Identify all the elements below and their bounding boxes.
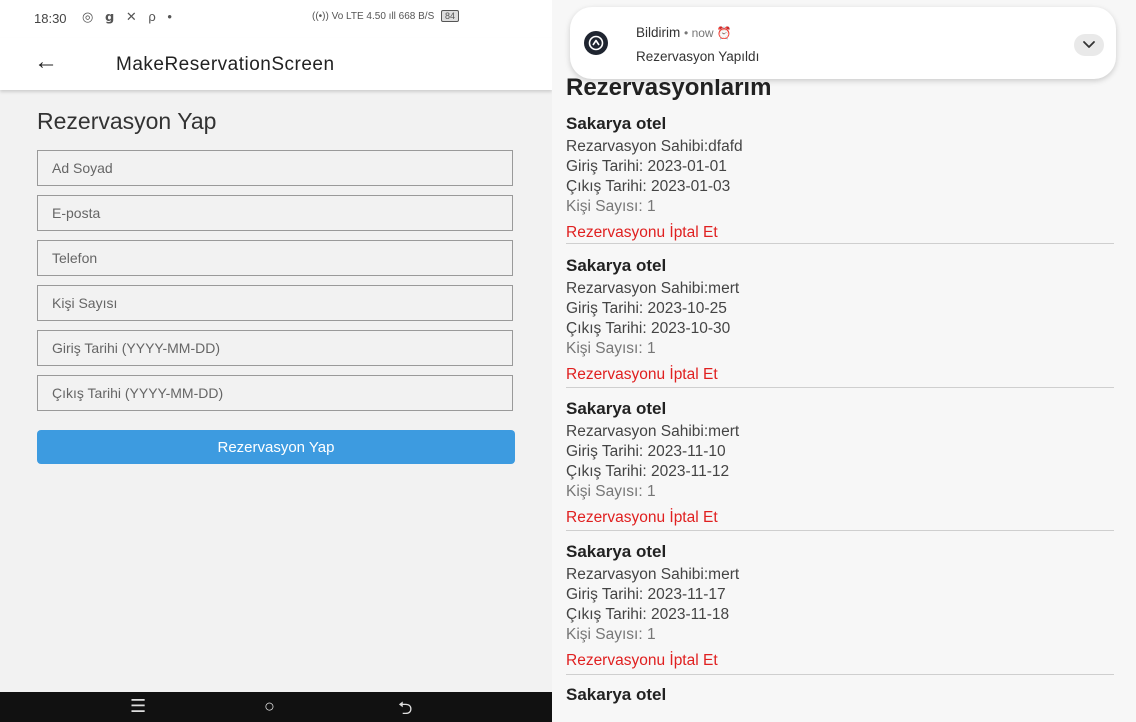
reservation-item: Sakarya otel: [566, 685, 1112, 708]
hotel-name: Sakarya otel: [566, 685, 667, 704]
guest-count-input[interactable]: [38, 286, 512, 320]
guest-count: Kişi Sayısı: 1: [566, 483, 656, 500]
checkin-date: Giriş Tarihi: 2023-11-10: [566, 443, 726, 460]
cancel-reservation-button[interactable]: Rezervasyonu İptal Et: [566, 223, 1112, 243]
reservation-owner: Rezarvasyon Sahibi:mert: [566, 280, 740, 297]
signal-info: ((•)) Vo LTE 4.50 ıll 668 B/S: [312, 11, 435, 22]
status-notification-icons: ◎ 𝗴 ✕ ρ •: [82, 9, 176, 24]
divider: [566, 674, 1114, 675]
notification-text: Rezervasyon Yapıldı: [636, 49, 760, 64]
phone-field-container: [37, 240, 513, 276]
cancel-reservation-button[interactable]: Rezervasyonu İptal Et: [566, 365, 1112, 385]
email-input[interactable]: [38, 196, 512, 230]
email-field-container: [37, 195, 513, 231]
hotel-name: Sakarya otel: [566, 114, 667, 133]
divider: [566, 243, 1114, 244]
notification-header: Bildirim • now ⏰: [636, 25, 732, 40]
reservation-owner: Rezarvasyon Sahibi:mert: [566, 566, 740, 583]
checkin-date: Giriş Tarihi: 2023-10-25: [566, 300, 727, 317]
checkout-date: Çıkış Tarihi: 2023-11-12: [566, 463, 730, 480]
status-bar: 18:30 ◎ 𝗴 ✕ ρ • ((•)) Vo LTE 4.50 ıll 66…: [0, 0, 552, 38]
hotel-name: Sakarya otel: [566, 542, 667, 561]
back-arrow-icon[interactable]: ←: [34, 48, 58, 76]
guest-count-field-container: [37, 285, 513, 321]
notification-banner[interactable]: Bildirim • now ⏰ Rezervasyon Yapıldı: [570, 7, 1116, 79]
reservation-item: Sakarya otel Rezarvasyon Sahibi:dfafd Gi…: [566, 114, 1112, 243]
home-icon[interactable]: ○: [264, 696, 275, 717]
checkin-date: Giriş Tarihi: 2023-11-17: [566, 586, 726, 603]
hotel-name: Sakarya otel: [566, 399, 667, 418]
checkout-date-field-container: [37, 375, 513, 411]
guest-count: Kişi Sayısı: 1: [566, 198, 656, 215]
name-field-container: [37, 150, 513, 186]
phone-input[interactable]: [38, 241, 512, 275]
checkin-date-input[interactable]: [38, 331, 512, 365]
divider: [566, 530, 1114, 531]
system-nav-bar: ☰ ○ ⮌: [0, 692, 552, 722]
checkout-date: Çıkış Tarihi: 2023-01-03: [566, 178, 731, 195]
reservation-item: Sakarya otel Rezarvasyon Sahibi:mert Gir…: [566, 399, 1112, 528]
divider: [566, 387, 1114, 388]
form-heading: Rezervasyon Yap: [37, 108, 217, 134]
cancel-reservation-button[interactable]: Rezervasyonu İptal Et: [566, 508, 1112, 528]
status-signal-icons: ((•)) Vo LTE 4.50 ıll 668 B/S 84: [312, 10, 460, 22]
menu-icon[interactable]: ☰: [130, 696, 146, 717]
page-title: MakeReservationScreen: [116, 54, 335, 75]
cancel-reservation-button[interactable]: Rezervasyonu İptal Et: [566, 651, 1112, 671]
guest-count: Kişi Sayısı: 1: [566, 626, 656, 643]
checkin-date-field-container: [37, 330, 513, 366]
chevron-down-icon: [1083, 41, 1095, 48]
make-reservation-screen: 18:30 ◎ 𝗴 ✕ ρ • ((•)) Vo LTE 4.50 ıll 66…: [0, 0, 552, 722]
checkout-date-input[interactable]: [38, 376, 512, 410]
app-bar: ← MakeReservationScreen: [0, 38, 552, 90]
hotel-name: Sakarya otel: [566, 256, 667, 275]
status-time: 18:30: [34, 11, 67, 26]
guest-count: Kişi Sayısı: 1: [566, 340, 656, 357]
make-reservation-button[interactable]: Rezervasyon Yap: [37, 430, 515, 464]
battery-icon: 84: [441, 10, 460, 22]
reservation-item: Sakarya otel Rezarvasyon Sahibi:mert Gir…: [566, 256, 1112, 385]
my-reservations-screen: Rezervasyonlarım Sakarya otel Rezarvasyo…: [552, 0, 1136, 722]
reservation-owner: Rezarvasyon Sahibi:mert: [566, 423, 740, 440]
checkout-date: Çıkış Tarihi: 2023-10-30: [566, 320, 731, 337]
reservation-item: Sakarya otel Rezarvasyon Sahibi:mert Gir…: [566, 542, 1112, 671]
app-icon: [584, 31, 608, 55]
expand-notification-button[interactable]: [1074, 34, 1104, 56]
checkin-date: Giriş Tarihi: 2023-01-01: [566, 158, 727, 175]
name-input[interactable]: [38, 151, 512, 185]
checkout-date: Çıkış Tarihi: 2023-11-18: [566, 606, 730, 623]
reservation-owner: Rezarvasyon Sahibi:dfafd: [566, 138, 743, 155]
notification-app-name: Bildirim: [636, 25, 681, 40]
notification-meta: • now ⏰: [684, 26, 732, 40]
back-icon[interactable]: ⮌: [398, 696, 412, 722]
